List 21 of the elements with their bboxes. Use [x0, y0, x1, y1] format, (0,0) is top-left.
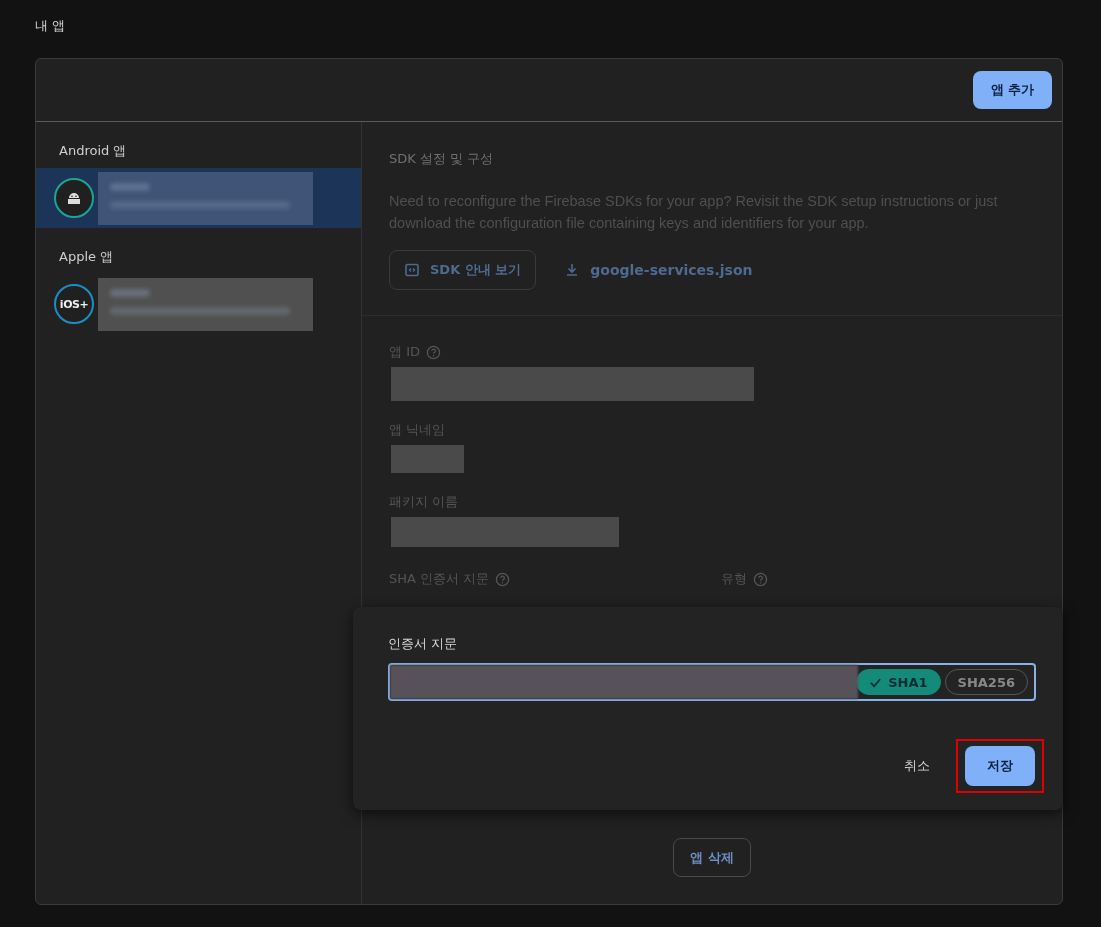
field-label: 인증서 지문 [388, 635, 459, 653]
section-heading: Android 앱 [58, 142, 128, 160]
section-heading: Apple 앱 [58, 248, 115, 266]
section-title: SDK 설정 및 구성 [389, 150, 495, 168]
sdk-guide-button[interactable]: SDK 안내 보기 [389, 250, 537, 290]
cancel-button[interactable]: 취소 [898, 756, 936, 776]
app-item[interactable] [36, 168, 361, 228]
page-title: 내 앱 [35, 17, 67, 35]
code-icon [404, 262, 420, 278]
help-icon[interactable] [495, 571, 511, 587]
delete-app-button[interactable]: 앱 삭제 [673, 838, 751, 877]
help-icon[interactable] [753, 571, 768, 587]
app-item[interactable]: iOS+ [36, 274, 361, 334]
help-icon[interactable] [426, 344, 441, 360]
fingerprint-input[interactable]: SHA1 SHA256 [388, 663, 1036, 701]
type-chip[interactable]: SHA1 [856, 669, 941, 695]
platform-avatar: iOS+ [54, 284, 94, 324]
download-link[interactable]: google-services.json [564, 262, 753, 278]
add-app-button[interactable]: 앱 추가 [973, 71, 1052, 109]
android-icon [67, 192, 81, 204]
save-button[interactable]: 저장 [965, 746, 1035, 786]
